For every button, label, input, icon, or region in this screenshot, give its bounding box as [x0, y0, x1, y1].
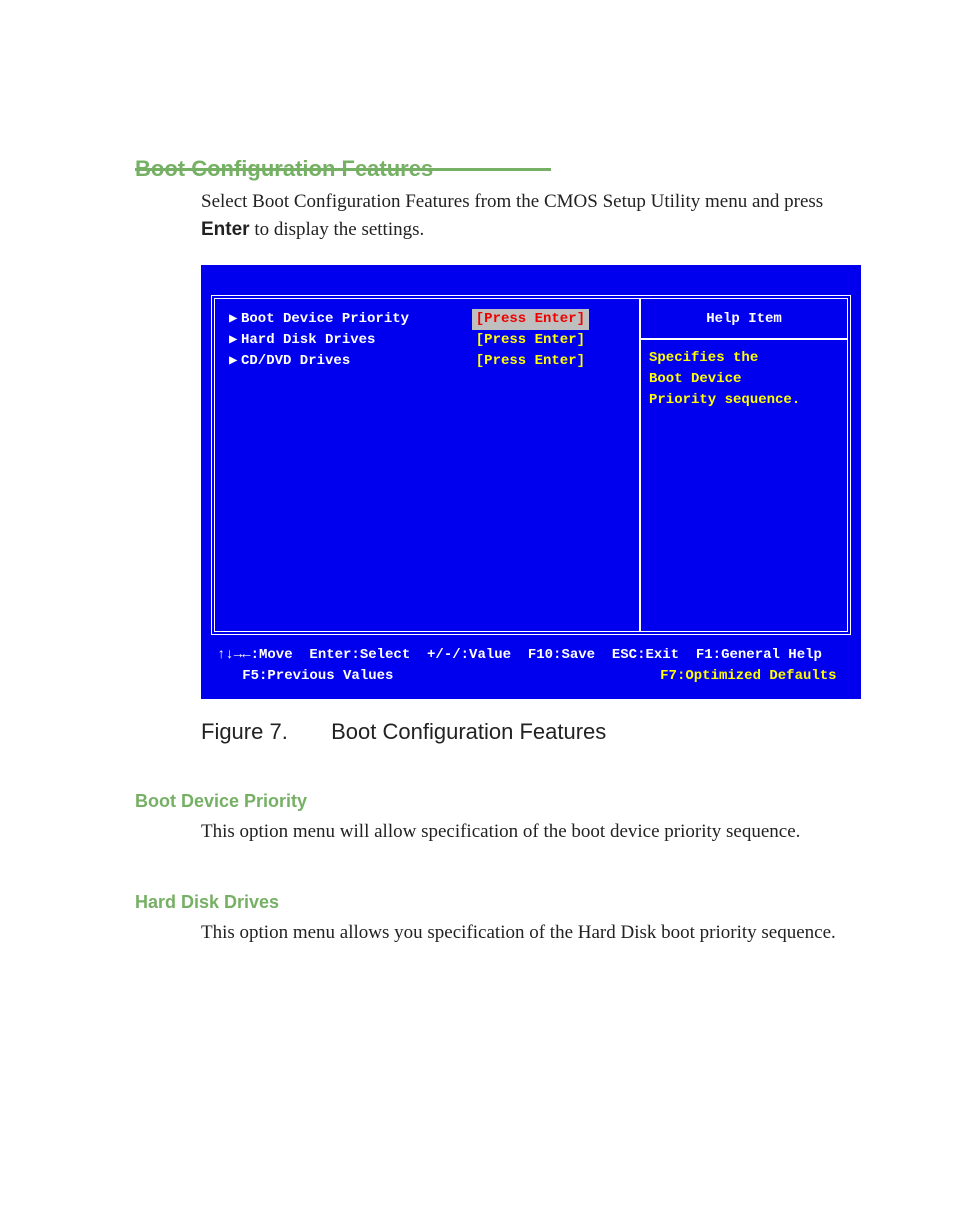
intro-text-post: to display the settings. — [250, 219, 425, 240]
triangle-icon: ▶ — [229, 330, 241, 351]
subheading-boot-device-priority: Boot Device Priority — [135, 791, 869, 812]
subheading-hard-disk-drives: Hard Disk Drives — [135, 892, 869, 913]
bios-frame: ▶ Boot Device Priority [Press Enter] ▶ H… — [211, 295, 851, 635]
intro-key-enter: Enter — [201, 219, 250, 240]
menu-item-value: [Press Enter] — [446, 330, 625, 351]
figure-caption: Figure 7. Boot Configuration Features — [201, 719, 869, 745]
menu-item-label: Hard Disk Drives — [241, 330, 375, 351]
menu-item-label: Boot Device Priority — [241, 309, 409, 330]
menu-item-hard-disk-drives[interactable]: ▶ Hard Disk Drives [Press Enter] — [229, 330, 625, 351]
menu-item-value: [Press Enter] — [446, 351, 625, 372]
footer-line-1: ↑↓→←:Move Enter:Select +/-/:Value F10:Sa… — [217, 645, 845, 666]
section-intro: Select Boot Configuration Features from … — [201, 188, 869, 243]
intro-text-pre: Select Boot Configuration Features from … — [201, 191, 823, 212]
figure-title: Boot Configuration Features — [331, 719, 606, 744]
footer-f7: F7:Optimized Defaults — [660, 666, 845, 687]
figure-number: Figure 7. — [201, 719, 325, 745]
menu-item-value: [Press Enter] — [472, 309, 589, 330]
bios-help-pane: Help Item Specifies the Boot Device Prio… — [639, 299, 847, 631]
bios-left-pane: ▶ Boot Device Priority [Press Enter] ▶ H… — [215, 299, 639, 631]
help-title: Help Item — [649, 309, 839, 330]
sub1-text: This option menu will allow specificatio… — [201, 818, 869, 846]
bios-footer: ↑↓→←:Move Enter:Select +/-/:Value F10:Sa… — [201, 635, 861, 699]
menu-item-boot-device-priority[interactable]: ▶ Boot Device Priority [Press Enter] — [229, 309, 625, 330]
triangle-icon: ▶ — [229, 351, 241, 372]
sub2-text: This option menu allows you specificatio… — [201, 919, 869, 947]
menu-item-cd-dvd-drives[interactable]: ▶ CD/DVD Drives [Press Enter] — [229, 351, 625, 372]
footer-f5: F5:Previous Values — [217, 666, 393, 687]
bios-screenshot: ▶ Boot Device Priority [Press Enter] ▶ H… — [201, 265, 861, 699]
header-rule — [135, 168, 551, 171]
triangle-icon: ▶ — [229, 309, 241, 330]
help-body: Specifies the Boot Device Priority seque… — [649, 348, 839, 411]
menu-item-label: CD/DVD Drives — [241, 351, 350, 372]
help-divider — [641, 338, 847, 340]
